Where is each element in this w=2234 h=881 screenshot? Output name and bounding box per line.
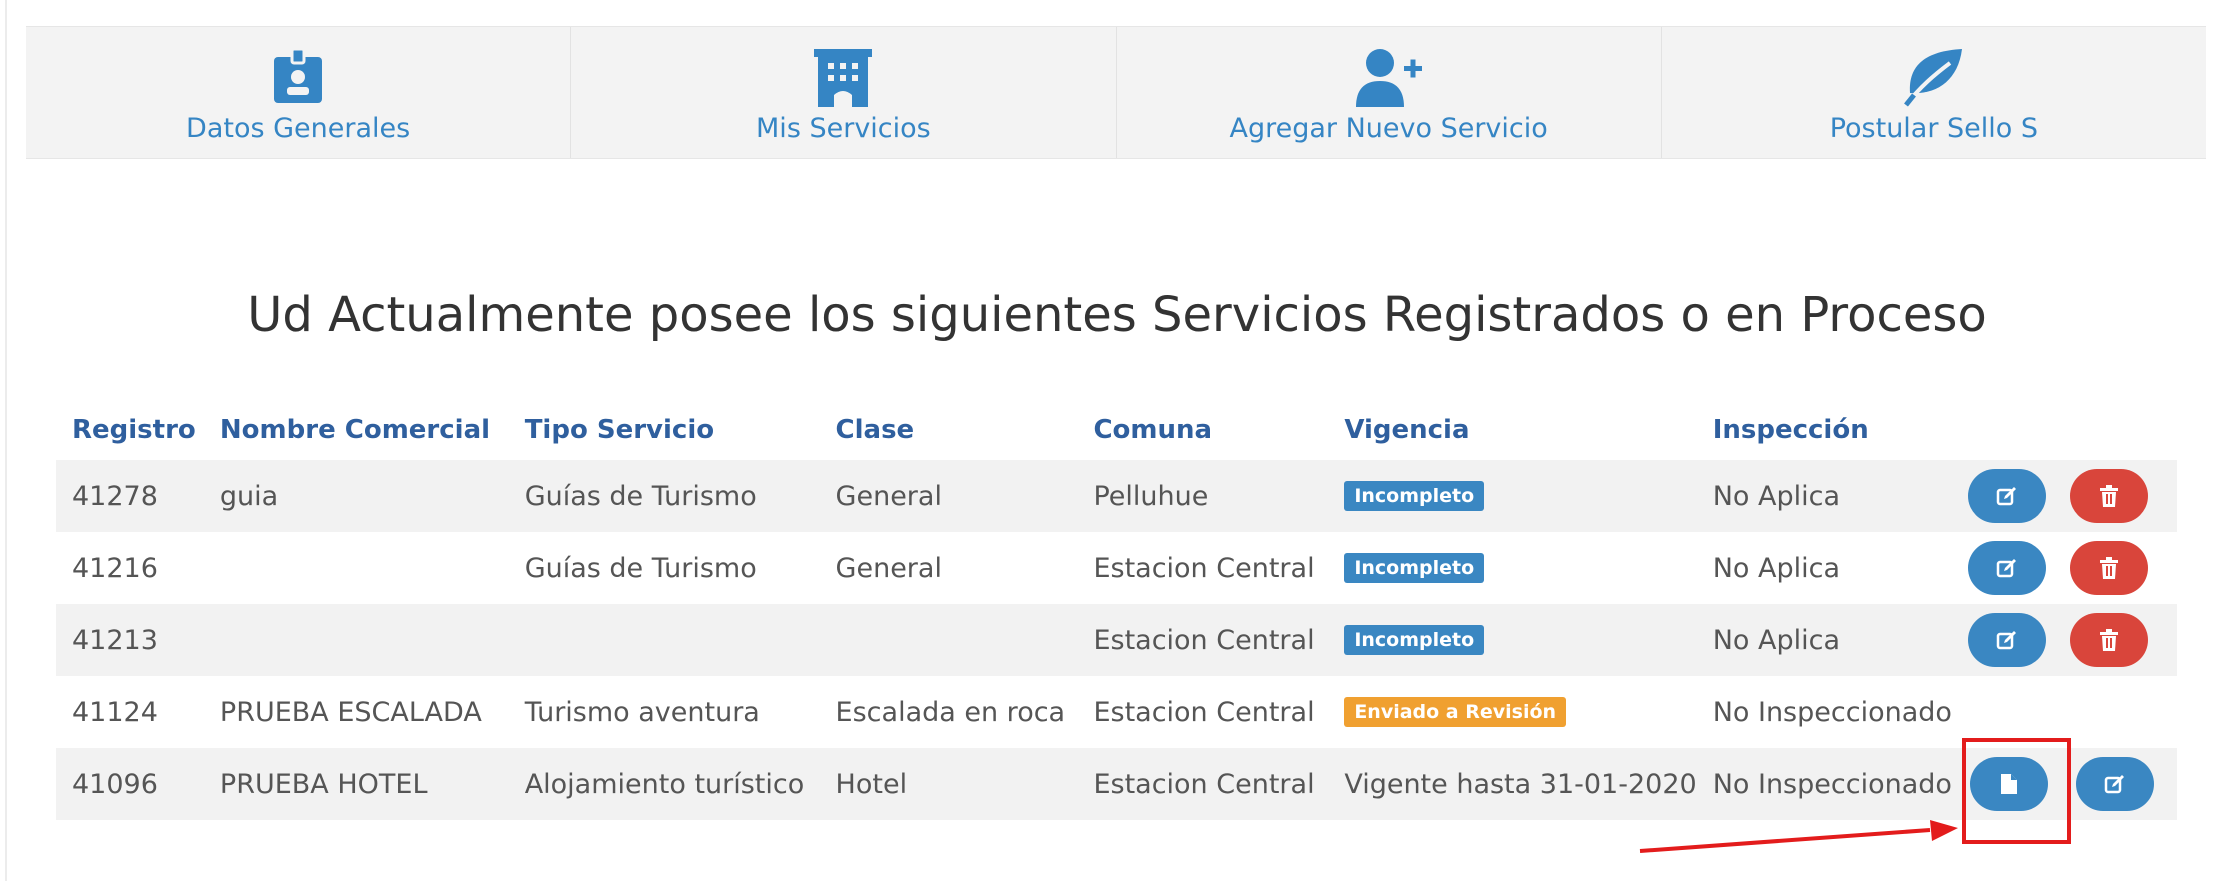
tab-mis-servicios[interactable]: Mis Servicios — [570, 27, 1115, 158]
edit-icon — [1996, 487, 2016, 506]
cell-clase — [819, 604, 1078, 676]
cell-registro: 41278 — [56, 460, 204, 532]
status-badge: Incompleto — [1344, 480, 1485, 511]
edit-button[interactable] — [1967, 541, 2046, 595]
edit-button[interactable] — [1967, 469, 2046, 523]
status-badge: Incompleto — [1344, 552, 1485, 583]
cell-registro: 41213 — [56, 604, 204, 676]
cell-tipo: Alojamiento turístico — [508, 748, 820, 820]
page-border — [5, 0, 7, 881]
page-title: Ud Actualmente posee los siguientes Serv… — [247, 287, 1987, 344]
cell-nombre: PRUEBA ESCALADA — [219, 696, 482, 728]
column-header[interactable]: Comuna — [1077, 400, 1328, 460]
edit-icon — [1996, 631, 2016, 650]
table-row: 41096 PRUEBA HOTEL Alojamiento turístico… — [56, 748, 2177, 820]
services-table: Registro Nombre Comercial Tipo Servicio … — [56, 400, 2177, 820]
cell-nombre — [203, 604, 509, 676]
cell-comuna: Pelluhue — [1077, 460, 1329, 532]
column-header[interactable]: Vigencia — [1328, 400, 1696, 460]
trash-icon — [2099, 629, 2118, 651]
hotel-building-icon — [812, 47, 874, 107]
tab-postular-sello-s[interactable]: Postular Sello S — [1660, 27, 2206, 158]
cell-vigencia: Enviado a Revisión — [1328, 676, 1696, 748]
column-header[interactable]: Inspección — [1697, 400, 1958, 460]
cell-vigencia: Incompleto — [1328, 532, 1696, 604]
cell-nombre — [204, 532, 509, 604]
tab-label: Datos Generales — [186, 113, 411, 144]
user-plus-icon — [1354, 47, 1424, 107]
tab-label: Agregar Nuevo Servicio — [1229, 113, 1548, 144]
cell-nombre: PRUEBA HOTEL — [203, 748, 509, 820]
cell-vigencia: Incompleto — [1328, 460, 1697, 532]
delete-button[interactable] — [2069, 613, 2148, 667]
tab-label: Mis Servicios — [756, 113, 931, 144]
column-header[interactable]: Nombre Comercial — [204, 400, 509, 460]
cell-tipo: Turismo aventura — [524, 696, 760, 728]
edit-icon — [1996, 559, 2016, 578]
cell-vigencia: Vigente hasta 31-01-2020 — [1328, 748, 1697, 820]
cell-inspeccion: No Aplica — [1696, 460, 1958, 532]
leaf-icon — [1902, 47, 1966, 107]
trash-icon — [2099, 557, 2118, 579]
cell-comuna: Estacion Central — [1077, 604, 1329, 676]
cell-tipo: Guías de Turismo — [508, 460, 820, 532]
tab-datos-generales[interactable]: Datos Generales — [26, 27, 570, 158]
edit-button[interactable] — [2075, 757, 2154, 811]
column-header[interactable]: Registro — [56, 400, 204, 460]
table-row: 41278 guia Guías de Turismo General Pell… — [56, 460, 2177, 532]
cell-clase: Hotel — [819, 748, 1078, 820]
annotation-highlight-box — [1962, 738, 2071, 844]
status-badge: Enviado a Revisión — [1344, 696, 1567, 727]
table-row: 41216 Guías de Turismo General Estacion … — [56, 532, 2177, 604]
status-badge: Incompleto — [1344, 624, 1485, 655]
cell-inspeccion: No Inspeccionado — [1696, 748, 1958, 820]
cell-clase: Escalada en roca — [835, 696, 1066, 728]
cell-registro: 41216 — [72, 552, 158, 584]
cell-registro: 41124 — [72, 696, 158, 728]
column-header[interactable]: Tipo Servicio — [509, 400, 820, 460]
trash-icon — [2099, 485, 2118, 507]
table-header-row: Registro Nombre Comercial Tipo Servicio … — [56, 400, 2177, 460]
cell-actions — [1958, 532, 2177, 604]
cell-comuna: Estacion Central — [1093, 696, 1315, 728]
top-navigation: Datos Generales Mis Servicios Agregar Nu… — [26, 26, 2206, 159]
edit-button[interactable] — [1967, 613, 2046, 667]
column-header-actions — [1958, 400, 2177, 460]
cell-inspeccion: No Inspeccionado — [1712, 696, 1952, 728]
edit-icon — [2104, 775, 2124, 794]
cell-vigencia: Incompleto — [1328, 604, 1697, 676]
cell-actions — [1957, 460, 2177, 532]
cell-comuna: Estacion Central — [1093, 552, 1315, 584]
cell-actions — [1957, 604, 2177, 676]
cell-nombre: guia — [203, 460, 509, 532]
cell-inspeccion: No Aplica — [1696, 604, 1958, 676]
table-row: 41124 PRUEBA ESCALADA Turismo aventura E… — [56, 676, 2177, 748]
cell-comuna: Estacion Central — [1077, 748, 1329, 820]
annotation-arrow-icon — [1639, 820, 1958, 853]
cell-clase: General — [835, 552, 942, 584]
column-header[interactable]: Clase — [820, 400, 1078, 460]
cell-tipo: Guías de Turismo — [524, 552, 757, 584]
cell-tipo — [508, 604, 820, 676]
id-badge-icon — [270, 47, 326, 107]
tab-agregar-nuevo-servicio[interactable]: Agregar Nuevo Servicio — [1115, 27, 1661, 158]
tab-label: Postular Sello S — [1829, 113, 2039, 144]
cell-inspeccion: No Aplica — [1712, 552, 1840, 584]
cell-clase: General — [819, 460, 1078, 532]
table-row: 41213 Estacion Central Incompleto No Apl… — [56, 604, 2177, 676]
delete-button[interactable] — [2069, 541, 2148, 595]
delete-button[interactable] — [2069, 469, 2148, 523]
cell-registro: 41096 — [56, 748, 204, 820]
